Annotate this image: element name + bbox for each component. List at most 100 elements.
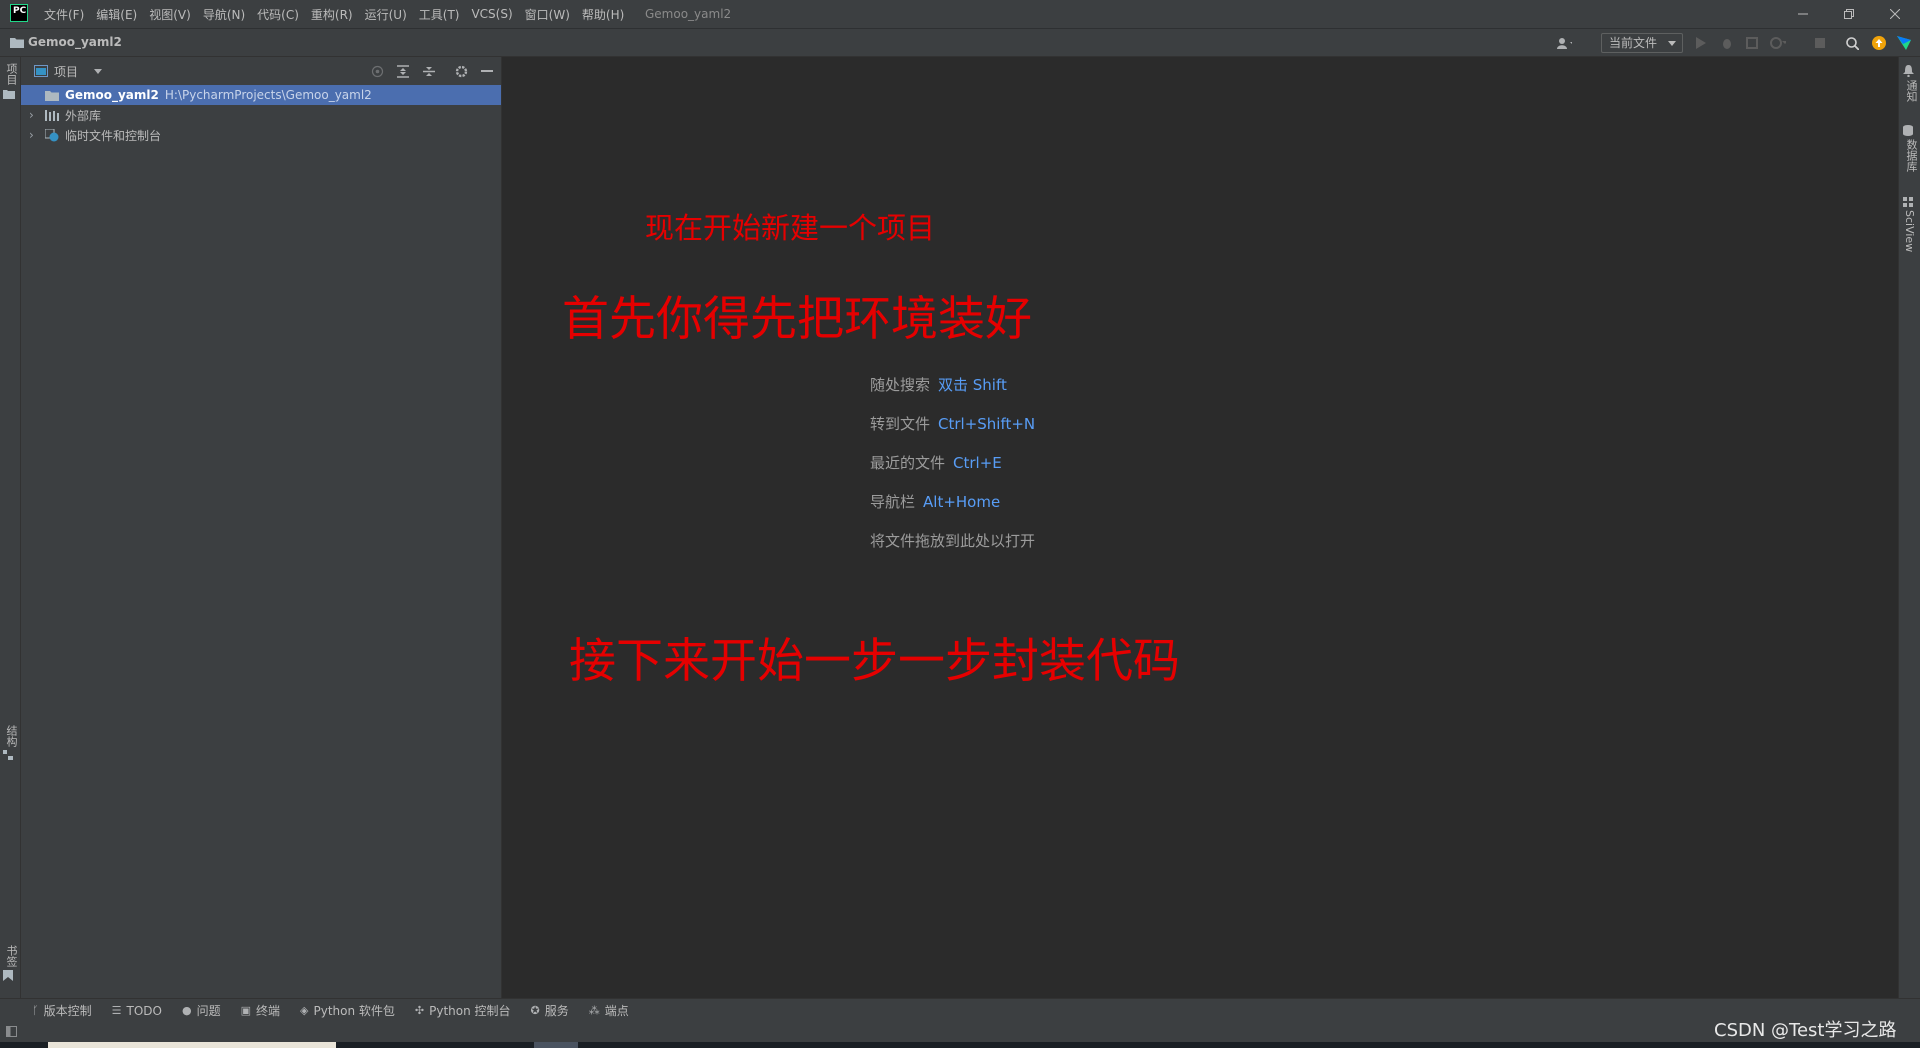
coverage-icon[interactable]	[1744, 35, 1760, 51]
tool-label: 端点	[604, 1004, 629, 1018]
tool-label: 服务	[544, 1004, 569, 1018]
sciview-tool-button[interactable]: SciView	[1903, 197, 1917, 252]
structure-tool-button[interactable]: 结构	[3, 725, 18, 760]
project-stripe-label: 项目	[5, 63, 18, 85]
database-stripe-label: 数据库	[1905, 139, 1918, 172]
bookmarks-tool-button[interactable]: 书签	[3, 945, 18, 981]
expand-all-icon[interactable]	[395, 63, 411, 79]
pycharm-logo-icon: PC	[10, 4, 28, 22]
project-tool-button[interactable]: 项目	[3, 63, 18, 99]
hint-label: 最近的文件	[870, 454, 946, 472]
project-panel-title[interactable]: 项目	[54, 63, 78, 80]
scratches-icon	[45, 128, 59, 141]
debug-icon[interactable]	[1719, 35, 1735, 51]
menu-help[interactable]: 帮助(H)	[582, 6, 624, 23]
tree-item-scratches[interactable]: › 临时文件和控制台	[21, 125, 501, 145]
search-icon[interactable]	[1844, 35, 1860, 51]
tool-terminal[interactable]: ▣ 终端	[241, 1002, 280, 1019]
hint-label: 随处搜索	[870, 376, 931, 394]
restore-button[interactable]	[1826, 0, 1872, 28]
annotation-wrap-code: 接下来开始一步一步封装代码	[569, 634, 1180, 689]
project-tool-window: 项目 Gemoo_yaml2 H:\PycharmProjects\Gemoo_…	[21, 57, 502, 998]
watermark: CSDN @Test学习之路	[1714, 1020, 1897, 1041]
profile-icon[interactable]	[1770, 35, 1786, 51]
structure-stripe-label: 结构	[5, 725, 18, 747]
tree-item-project-root[interactable]: Gemoo_yaml2 H:\PycharmProjects\Gemoo_yam…	[21, 85, 501, 105]
jetbrains-icon[interactable]	[1896, 35, 1912, 51]
tool-endpoints[interactable]: ⁂ 端点	[589, 1002, 629, 1019]
info-icon: ●	[181, 1004, 192, 1017]
hint-recent-files: 最近的文件 Ctrl+E	[870, 452, 1002, 473]
services-icon: ✪	[530, 1004, 540, 1017]
tool-services[interactable]: ✪ 服务	[531, 1002, 569, 1019]
annotation-environment: 首先你得先把环境装好	[562, 292, 1032, 347]
notifications-tool-button[interactable]: 通知	[1903, 65, 1918, 102]
breadcrumb-project[interactable]: Gemoo_yaml2	[28, 35, 122, 49]
tool-window-bar: ᚴ 版本控制 ☰ TODO ● 问题 ▣ 终端 ◈ Python 软件包 ✣ Python …	[0, 998, 1920, 1022]
tool-vcs[interactable]: ᚴ 版本控制	[32, 1002, 92, 1019]
menu-code[interactable]: 代码(C)	[257, 6, 299, 23]
menu-tools[interactable]: 工具(T)	[419, 6, 460, 23]
gear-icon[interactable]	[453, 63, 469, 79]
vcs-user-icon[interactable]	[1556, 35, 1572, 51]
run-configuration-select[interactable]: 当前文件	[1601, 33, 1683, 53]
database-tool-button[interactable]: 数据库	[1903, 125, 1918, 172]
close-icon	[1890, 9, 1900, 19]
update-icon[interactable]	[1871, 35, 1887, 51]
tree-item-path: H:\PycharmProjects\Gemoo_yaml2	[164, 88, 372, 102]
sciview-stripe-label: SciView	[1903, 210, 1916, 253]
tool-python-console[interactable]: ✣ Python 控制台	[415, 1002, 511, 1019]
hint-shortcut: Ctrl+E	[953, 454, 1002, 472]
hint-label: 转到文件	[870, 415, 931, 433]
main-menu: 文件(F) 编辑(E) 视图(V) 导航(N) 代码(C) 重构(R) 运行(U…	[44, 0, 636, 28]
tree-item-label: Gemoo_yaml2	[65, 88, 159, 102]
menu-file[interactable]: 文件(F)	[44, 6, 84, 23]
menu-view[interactable]: 视图(V)	[149, 6, 191, 23]
tool-label: Python 控制台	[429, 1004, 511, 1018]
window-title: Gemoo_yaml2	[645, 7, 732, 21]
tool-todo[interactable]: ☰ TODO	[112, 1004, 162, 1018]
stop-icon[interactable]	[1812, 35, 1828, 51]
menu-run[interactable]: 运行(U)	[365, 6, 407, 23]
close-button[interactable]	[1872, 0, 1918, 28]
hint-search-everywhere: 随处搜索 双击 Shift	[870, 374, 1007, 395]
annotation-new-project: 现在开始新建一个项目	[645, 211, 936, 245]
run-config-label: 当前文件	[1609, 36, 1658, 50]
menu-navigate[interactable]: 导航(N)	[203, 6, 245, 23]
menu-edit[interactable]: 编辑(E)	[96, 6, 137, 23]
editor-empty-area[interactable]	[502, 57, 1898, 998]
tool-problems[interactable]: ● 问题	[182, 1002, 221, 1019]
right-tool-stripe: 通知 数据库 SciView	[1898, 57, 1920, 998]
taskbar-thumbnail	[48, 1042, 336, 1048]
minimize-icon	[1798, 13, 1808, 15]
locate-icon[interactable]	[369, 63, 385, 79]
layout-toggle-icon[interactable]	[6, 1026, 17, 1037]
tool-label: Python 软件包	[313, 1004, 395, 1018]
tree-item-external-libraries[interactable]: › 外部库	[21, 105, 501, 125]
tool-label: 终端	[256, 1004, 281, 1018]
hint-drop-files: 将文件拖放到此处以打开	[870, 530, 1035, 551]
notifications-stripe-label: 通知	[1905, 80, 1918, 102]
sciview-icon	[1903, 197, 1913, 207]
hint-shortcut: 双击 Shift	[938, 376, 1007, 394]
tool-label: 问题	[196, 1004, 221, 1018]
chevron-right-icon[interactable]: ›	[29, 128, 41, 142]
bookmark-icon	[3, 970, 13, 981]
chevron-right-icon[interactable]: ›	[29, 108, 41, 122]
collapse-all-icon[interactable]	[421, 63, 437, 79]
navigation-bar: Gemoo_yaml2 当前文件	[0, 28, 1920, 57]
bookmarks-stripe-label: 书签	[5, 945, 18, 967]
menu-vcs[interactable]: VCS(S)	[471, 7, 512, 21]
chevron-down-icon[interactable]	[94, 69, 102, 74]
chevron-down-icon	[1668, 41, 1676, 46]
minimize-button[interactable]	[1780, 0, 1826, 28]
hint-label: 导航栏	[870, 493, 916, 511]
tree-item-label: 外部库	[65, 108, 102, 123]
menu-window[interactable]: 窗口(W)	[525, 6, 570, 23]
menu-refactor[interactable]: 重构(R)	[311, 6, 353, 23]
folder-icon	[10, 37, 24, 48]
hint-label: 将文件拖放到此处以打开	[870, 532, 1036, 550]
tool-python-packages[interactable]: ◈ Python 软件包	[300, 1002, 395, 1019]
hide-panel-icon[interactable]	[479, 63, 495, 79]
run-icon[interactable]	[1693, 35, 1709, 51]
